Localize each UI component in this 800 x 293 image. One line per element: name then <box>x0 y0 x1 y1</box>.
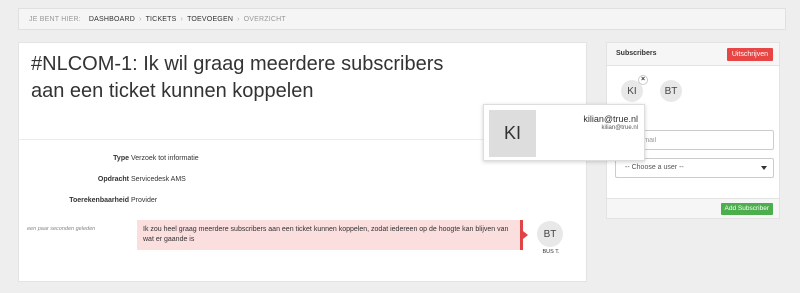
popover-email: kilian@true.nl <box>601 125 638 131</box>
comment-author-avatar: BT <box>537 221 563 247</box>
caret-down-icon <box>761 166 767 170</box>
field-label-type: Type <box>113 155 129 162</box>
breadcrumb-overzicht: OVERZICHT <box>243 15 286 23</box>
ticket-title: #NLCOM-1: Ik wil graag meerdere subscrib… <box>31 53 444 102</box>
comment-author-name: BUS T. <box>542 249 560 255</box>
subscriber-avatar-bt[interactable]: BT <box>660 80 682 102</box>
field-value-type: Verzoek tot informatie <box>131 155 199 162</box>
subscribers-footer: Add Subscriber <box>607 198 779 218</box>
breadcrumb: JE BENT HIER: DASHBOARD › TICKETS › TOEV… <box>18 8 786 30</box>
remove-subscriber-icon[interactable]: × <box>638 75 648 85</box>
field-value-toerekenbaarheid: Provider <box>131 197 158 204</box>
comment-timestamp: een paar seconden geleden <box>27 226 96 232</box>
breadcrumb-tickets[interactable]: TICKETS <box>146 16 177 23</box>
choose-user-select[interactable]: -- Choose a user -- <box>615 158 774 178</box>
choose-user-value: -- Choose a user -- <box>625 164 684 171</box>
field-label-opdracht: Opdracht <box>97 176 129 183</box>
breadcrumb-separator: › <box>139 15 142 23</box>
add-subscriber-button[interactable]: Add Subscriber <box>720 203 773 215</box>
subscribers-title: Subscribers <box>616 50 657 57</box>
popover-avatar: KI <box>489 110 536 157</box>
popover-name: kilian@true.nl <box>583 114 638 124</box>
ticket-card: #NLCOM-1: Ik wil graag meerdere subscrib… <box>18 42 587 282</box>
breadcrumb-separator: › <box>237 15 240 23</box>
subscribers-header: Subscribers Uitschrijven <box>607 43 779 66</box>
breadcrumb-toevoegen[interactable]: TOEVOEGEN <box>187 16 233 23</box>
user-popover: KI kilian@true.nl kilian@true.nl <box>483 104 645 161</box>
breadcrumb-separator: › <box>180 15 184 23</box>
breadcrumb-dashboard[interactable]: DASHBOARD <box>89 16 135 23</box>
comment-bubble: Ik zou heel graag meerdere subscribers a… <box>137 220 528 250</box>
unsubscribe-button[interactable]: Uitschrijven <box>726 48 773 61</box>
field-value-opdracht: Servicedesk AMS <box>131 176 186 183</box>
breadcrumb-prefix: JE BENT HIER: <box>29 15 81 23</box>
field-label-toerekenbaarheid: Toerekenbaarheid <box>69 197 129 204</box>
